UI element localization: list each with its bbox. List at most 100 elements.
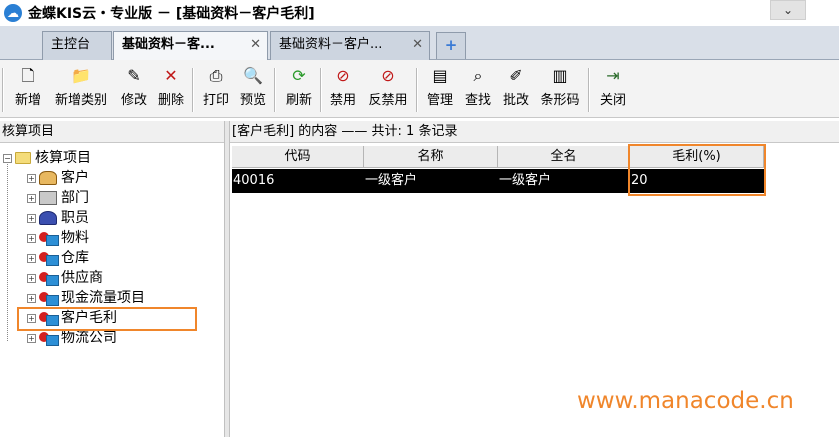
expand-icon[interactable]: + — [27, 173, 36, 183]
toolbar-separator — [416, 68, 418, 112]
new-button[interactable]: 🗋 新增 — [10, 64, 46, 114]
expand-icon[interactable]: + — [27, 193, 36, 203]
toolbar: 🗋 新增 📁 新增类别 ✎ 修改 ✕ 删除 ⎙ 打印 🔍 预览 ⟳ 刷新 ⊘ 禁… — [0, 60, 839, 118]
close-button[interactable]: ⇥ 关闭 — [595, 64, 631, 114]
close-door-icon: ⇥ — [606, 66, 620, 85]
app-logo-icon: ☁ — [4, 4, 22, 22]
cell-name[interactable]: 一级客户 — [364, 169, 498, 193]
enable-label: 反禁用 — [368, 93, 408, 108]
tree-node-customer[interactable]: + 客户 — [27, 168, 89, 188]
preview-icon: 🔍 — [243, 66, 263, 85]
accounting-item-tree: − 核算项目 + 客户 + 部门 + 职员 + 物料 + 仓库 + 供应商 + 现金流量项目 +… — [0, 144, 224, 437]
delete-icon: ✕ — [164, 66, 178, 85]
tree-node-cash-flow[interactable]: + 现金流量项目 — [27, 288, 145, 308]
department-icon — [39, 191, 57, 205]
barcode-label: 条形码 — [540, 93, 580, 108]
tab-basic-data-customer[interactable]: 基础资料－客户... ✕ — [270, 31, 430, 60]
tree-label: 现金流量项目 — [61, 290, 145, 306]
tab-strip: 主控台 基础资料－客... ✕ 基础资料－客户... ✕ + — [0, 26, 839, 61]
item-class-icon — [39, 331, 59, 346]
tree-label: 物流公司 — [61, 330, 117, 346]
tree-label: 客户 — [61, 170, 89, 186]
tree-node-department[interactable]: + 部门 — [27, 188, 89, 208]
tree-node-supplier[interactable]: + 供应商 — [27, 268, 103, 288]
batch-edit-label: 批改 — [502, 93, 529, 108]
find-button[interactable]: ⌕ 查找 — [460, 64, 496, 114]
close-icon[interactable]: ✕ — [412, 32, 423, 58]
column-header-code[interactable]: 代码 — [232, 146, 364, 168]
customer-icon — [39, 171, 57, 185]
chevron-down-icon[interactable]: ⌄ — [770, 0, 806, 20]
tab-basic-data-customer-active[interactable]: 基础资料－客... ✕ — [113, 31, 268, 61]
tree-label: 供应商 — [61, 270, 103, 286]
cell-full-name[interactable]: 一级客户 — [498, 169, 630, 193]
item-class-icon — [39, 231, 59, 246]
add-tab-button[interactable]: + — [436, 32, 466, 59]
edit-button[interactable]: ✎ 修改 — [116, 64, 152, 114]
preview-label: 预览 — [239, 93, 266, 108]
expand-icon[interactable]: + — [27, 273, 36, 283]
item-class-icon — [39, 291, 59, 306]
tree-node-material[interactable]: + 物料 — [27, 228, 89, 248]
enable-icon: ⊘ — [381, 66, 395, 85]
tree-label: 核算项目 — [35, 150, 91, 166]
delete-label: 删除 — [157, 93, 184, 108]
new-doc-icon: 🗋 — [21, 66, 35, 85]
highlight-box-tree — [17, 307, 197, 331]
cell-code[interactable]: 40016 — [232, 169, 364, 193]
refresh-button[interactable]: ⟳ 刷新 — [281, 64, 317, 114]
disable-icon: ⊘ — [336, 66, 350, 85]
employee-icon — [39, 211, 57, 225]
disable-label: 禁用 — [329, 93, 356, 108]
plus-icon: + — [444, 36, 458, 54]
print-label: 打印 — [202, 93, 229, 108]
toolbar-separator — [274, 68, 276, 112]
expand-icon[interactable]: + — [27, 233, 36, 243]
item-class-icon — [39, 271, 59, 286]
toolbar-separator — [192, 68, 194, 112]
tree-label: 职员 — [61, 210, 89, 226]
delete-button[interactable]: ✕ 删除 — [153, 64, 189, 114]
enable-button[interactable]: ⊘ 反禁用 — [364, 64, 412, 114]
tab-label: 主控台 — [51, 37, 91, 52]
edit-label: 修改 — [120, 93, 147, 108]
expand-icon[interactable]: + — [27, 293, 36, 303]
close-label: 关闭 — [599, 93, 626, 108]
tree-label: 物料 — [61, 230, 89, 246]
tree-connector — [7, 158, 8, 341]
column-header-name[interactable]: 名称 — [364, 146, 498, 168]
tab-main-console[interactable]: 主控台 — [42, 31, 112, 60]
barcode-icon: ▥ — [552, 66, 568, 85]
tab-label: 基础资料－客... — [122, 37, 215, 52]
tree-node-root[interactable]: − 核算项目 — [3, 148, 91, 168]
expand-icon[interactable]: + — [27, 333, 36, 343]
disable-button[interactable]: ⊘ 禁用 — [325, 64, 361, 114]
new-category-button[interactable]: 📁 新增类别 — [48, 64, 114, 114]
collapse-icon[interactable]: − — [3, 153, 12, 163]
refresh-icon: ⟳ — [292, 66, 306, 85]
edit-icon: ✎ — [127, 66, 141, 85]
item-class-icon — [39, 251, 59, 266]
tree-node-warehouse[interactable]: + 仓库 — [27, 248, 89, 268]
tree-node-employee[interactable]: + 职员 — [27, 208, 89, 228]
print-icon: ⎙ — [209, 66, 223, 85]
tab-label: 基础资料－客户... — [279, 37, 383, 52]
panel-splitter[interactable] — [224, 121, 230, 437]
tree-node-logistics[interactable]: + 物流公司 — [27, 328, 117, 348]
batch-edit-button[interactable]: ✐ 批改 — [498, 64, 534, 114]
find-icon: ⌕ — [473, 66, 483, 85]
expand-icon[interactable]: + — [27, 213, 36, 223]
tree-label: 仓库 — [61, 250, 89, 266]
print-button[interactable]: ⎙ 打印 — [198, 64, 234, 114]
barcode-button[interactable]: ▥ 条形码 — [536, 64, 584, 114]
find-label: 查找 — [464, 93, 491, 108]
new-category-label: 新增类别 — [54, 93, 107, 108]
close-icon[interactable]: ✕ — [250, 32, 261, 58]
manage-button[interactable]: ▤ 管理 — [422, 64, 458, 114]
expand-icon[interactable]: + — [27, 253, 36, 263]
tree-label: 部门 — [61, 190, 89, 206]
preview-button[interactable]: 🔍 预览 — [235, 64, 271, 114]
right-panel-header: [客户毛利] 的内容 —— 共计: 1 条记录 — [230, 121, 839, 143]
manage-label: 管理 — [426, 93, 453, 108]
column-header-full-name[interactable]: 全名 — [498, 146, 630, 168]
